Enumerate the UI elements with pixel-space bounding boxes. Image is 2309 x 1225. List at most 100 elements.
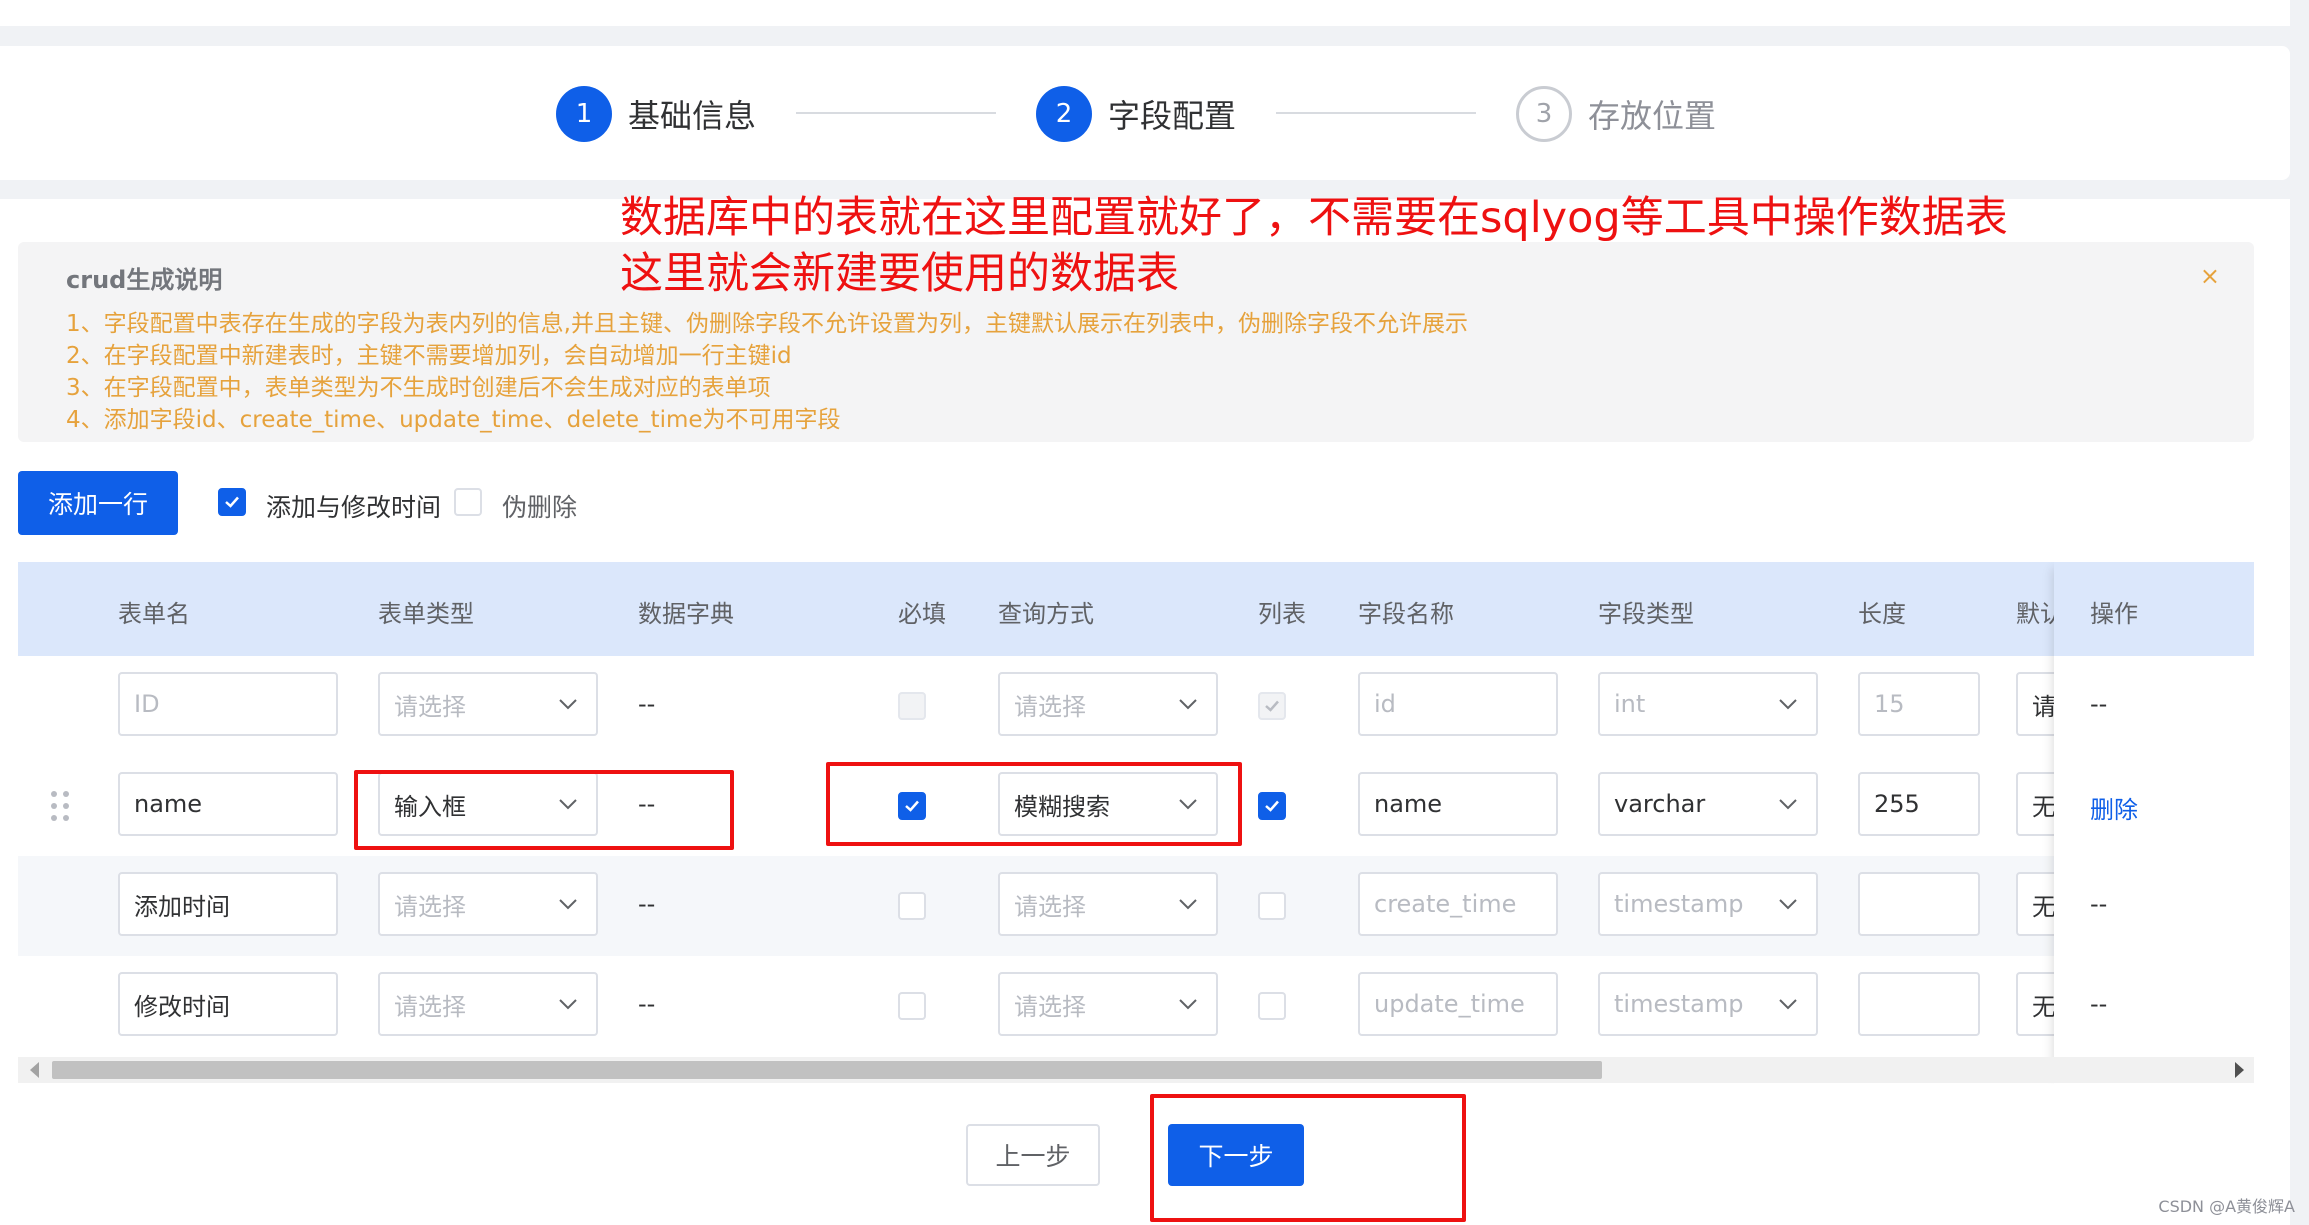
step-1-label: 基础信息	[628, 97, 757, 135]
annotation-line-1: 数据库中的表就在这里配置就好了，不需要在sqlyog等工具中操作数据表	[620, 193, 2008, 243]
annotation-box-form-type	[354, 770, 734, 850]
chevron-down-icon	[559, 699, 577, 710]
header-operations: 操作	[2090, 600, 2138, 628]
step-3-label: 存放位置	[1588, 97, 1717, 135]
table-header: 表单名 表单类型 数据字典 必填 查询方式 列表 字段名称 字段类型 长度 默认	[18, 562, 2254, 656]
timestamps-checkbox[interactable]	[218, 488, 246, 516]
header-form-type: 表单类型	[378, 600, 474, 628]
operations-column: 操作 -- 删除 -- --	[2054, 562, 2254, 1084]
field-type-value: timestamp	[1614, 990, 1744, 1018]
chevron-down-icon	[1779, 799, 1797, 810]
annotation-box-query	[826, 762, 1242, 846]
chevron-down-icon	[559, 899, 577, 910]
notice-line-1: 1、字段配置中表存在生成的字段为表内列的信息,并且主键、伪删除字段不允许设置为列…	[66, 311, 1468, 337]
form-type-value: 请选择	[394, 992, 466, 1021]
list-checkbox[interactable]	[1258, 892, 1286, 920]
query-value: 请选择	[1014, 692, 1086, 721]
step-2-label: 字段配置	[1108, 97, 1237, 135]
chevron-down-icon	[1779, 899, 1797, 910]
notice-line-2: 2、在字段配置中新建表时，主键不需要增加列，会自动增加一行主键id	[66, 343, 792, 369]
dict-value: --	[638, 890, 656, 918]
watermark: CSDN @A黄俊辉A	[2158, 1197, 2295, 1216]
scrollbar-thumb[interactable]	[52, 1061, 1602, 1079]
query-select[interactable]: 请选择	[998, 972, 1218, 1036]
add-row-button[interactable]: 添加一行	[18, 471, 178, 535]
scroll-left-icon[interactable]	[30, 1062, 39, 1078]
annotation-line-2: 这里就会新建要使用的数据表	[620, 249, 1179, 299]
query-value: 请选择	[1014, 992, 1086, 1021]
check-icon	[225, 496, 239, 508]
header-dict: 数据字典	[638, 600, 734, 628]
close-icon[interactable]: ×	[2200, 262, 2220, 290]
notice-title: crud生成说明	[66, 266, 223, 294]
horizontal-scrollbar[interactable]	[18, 1057, 2254, 1083]
chevron-down-icon	[559, 999, 577, 1010]
op-value: --	[2090, 690, 2108, 718]
op-value: --	[2090, 990, 2108, 1018]
step-2-number: 2	[1036, 86, 1092, 142]
required-checkbox[interactable]	[898, 992, 926, 1020]
length-input: 15	[1858, 672, 1980, 736]
query-select[interactable]: 请选择	[998, 872, 1218, 936]
dict-value: --	[638, 690, 656, 718]
required-checkbox	[898, 692, 926, 720]
top-bar	[0, 0, 2290, 26]
dict-value: --	[638, 990, 656, 1018]
form-type-select[interactable]: 请选择	[378, 972, 598, 1036]
table-row: ID 请选择 -- 请选择 id int 15 请	[18, 656, 2254, 756]
form-name-input[interactable]: name	[118, 772, 338, 836]
length-input[interactable]	[1858, 972, 1980, 1036]
annotation-text: 数据库中的表就在这里配置就好了，不需要在sqlyog等工具中操作数据表 这里就会…	[620, 190, 2008, 302]
list-checkbox[interactable]	[1258, 792, 1286, 820]
required-checkbox[interactable]	[898, 892, 926, 920]
prev-step-button[interactable]: 上一步	[966, 1124, 1100, 1186]
form-type-select[interactable]: 请选择	[378, 872, 598, 936]
check-icon	[1265, 800, 1279, 812]
notice-line-4: 4、添加字段id、create_time、update_time、delete_…	[66, 407, 841, 433]
soft-delete-label: 伪删除	[502, 493, 578, 522]
length-input[interactable]	[1858, 872, 1980, 936]
form-type-value: 请选择	[394, 692, 466, 721]
header-field-name: 字段名称	[1358, 600, 1454, 628]
list-checkbox[interactable]	[1258, 992, 1286, 1020]
field-name-input: update_time	[1358, 972, 1558, 1036]
step-3: 3 存放位置	[1516, 86, 1716, 142]
op-value: --	[2090, 890, 2108, 918]
step-2: 2 字段配置	[1036, 86, 1236, 142]
chevron-down-icon	[1179, 699, 1197, 710]
form-name-input[interactable]: 添加时间	[118, 872, 338, 936]
field-type-select[interactable]: varchar	[1598, 772, 1818, 836]
field-type-value: timestamp	[1614, 890, 1744, 918]
header-form-name: 表单名	[118, 600, 190, 628]
form-name-input[interactable]: 修改时间	[118, 972, 338, 1036]
drag-handle-icon[interactable]	[50, 790, 70, 822]
form-name-input: ID	[118, 672, 338, 736]
soft-delete-checkbox[interactable]	[454, 488, 482, 516]
header-length: 长度	[1858, 600, 1906, 628]
chevron-down-icon	[1179, 899, 1197, 910]
step-3-number: 3	[1516, 86, 1572, 142]
field-type-select: timestamp	[1598, 972, 1818, 1036]
field-name-input[interactable]: name	[1358, 772, 1558, 836]
chevron-down-icon	[1779, 999, 1797, 1010]
field-type-select: int	[1598, 672, 1818, 736]
step-1: 1 基础信息	[556, 86, 756, 142]
scroll-right-icon[interactable]	[2235, 1062, 2244, 1078]
chevron-down-icon	[1779, 699, 1797, 710]
step-connector-2	[1276, 112, 1476, 114]
form-type-value: 请选择	[394, 892, 466, 921]
header-field-type: 字段类型	[1598, 600, 1694, 628]
delete-link[interactable]: 删除	[2090, 790, 2138, 825]
length-input[interactable]: 255	[1858, 772, 1980, 836]
field-type-select: timestamp	[1598, 872, 1818, 936]
field-type-value: int	[1614, 690, 1646, 718]
header-list: 列表	[1258, 600, 1306, 628]
field-type-value: varchar	[1614, 790, 1706, 818]
header-query: 查询方式	[998, 600, 1094, 628]
query-select: 请选择	[998, 672, 1218, 736]
table-row: 添加时间 请选择 -- 请选择 create_time timestamp 无	[18, 856, 2254, 956]
annotation-box-next	[1150, 1094, 1466, 1222]
timestamps-label: 添加与修改时间	[266, 493, 442, 522]
notice-line-3: 3、在字段配置中，表单类型为不生成时创建后不会生成对应的表单项	[66, 375, 771, 401]
chevron-down-icon	[1179, 999, 1197, 1010]
